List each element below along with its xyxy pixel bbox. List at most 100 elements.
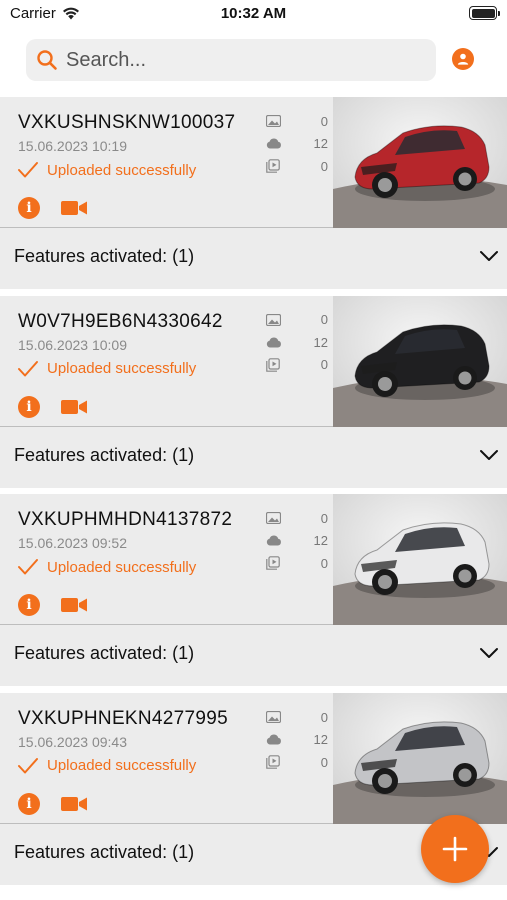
vehicle-list: VXKUSHNSKNW100037 15.06.2023 10:19 Uploa… <box>0 97 507 892</box>
cloud-count: 12 <box>266 133 328 156</box>
add-button[interactable] <box>421 815 489 883</box>
cloud-icon <box>266 734 281 745</box>
video-library-icon <box>266 358 280 372</box>
vehicle-date: 15.06.2023 10:09 <box>18 336 127 353</box>
cloud-count-value: 12 <box>313 732 328 748</box>
checkmark-icon <box>18 360 38 377</box>
upload-status-text: Uploaded successfully <box>47 161 197 179</box>
upload-status-text: Uploaded successfully <box>47 360 197 378</box>
user-icon <box>457 53 469 65</box>
chevron-down-icon[interactable] <box>479 250 499 262</box>
card-divider <box>0 289 507 296</box>
features-label: Features activated: (1) <box>14 246 195 266</box>
photo-count: 0 <box>266 507 328 530</box>
cloud-icon <box>266 337 281 348</box>
video-count: 0 <box>266 751 328 774</box>
image-icon <box>266 115 281 128</box>
video-count-value: 0 <box>320 357 328 373</box>
search-placeholder: Search... <box>66 48 147 71</box>
vehicle-photo[interactable] <box>333 295 507 427</box>
video-camera-icon[interactable] <box>60 596 88 614</box>
cloud-icon <box>266 138 281 149</box>
chevron-down-icon[interactable] <box>479 449 499 461</box>
search-input[interactable]: Search... <box>26 39 436 81</box>
video-count: 0 <box>266 155 328 178</box>
cloud-icon <box>266 535 281 546</box>
clock: 10:32 AM <box>220 5 287 22</box>
cloud-count-value: 12 <box>313 533 328 549</box>
vehicle-vin: W0V7H9EB6N4330642 <box>18 310 223 332</box>
vehicle-photo[interactable] <box>333 494 507 626</box>
vehicle-card[interactable]: W0V7H9EB6N4330642 15.06.2023 10:09 Uploa… <box>0 295 507 495</box>
photo-count: 0 <box>266 110 328 133</box>
photo-count: 0 <box>266 309 328 332</box>
media-counts: 0 12 0 <box>266 706 328 774</box>
vehicle-date: 15.06.2023 09:43 <box>18 733 127 750</box>
photo-count-value: 0 <box>320 709 328 725</box>
card-divider <box>0 487 507 495</box>
battery-icon <box>469 6 500 20</box>
cloud-count-value: 12 <box>313 334 328 350</box>
search-icon <box>37 50 57 70</box>
info-icon[interactable]: i <box>18 395 40 418</box>
card-divider <box>0 686 507 693</box>
upload-status-text: Uploaded successfully <box>47 558 197 576</box>
vehicle-vin: VXKUPHMHDN4137872 <box>18 509 233 531</box>
video-count-value: 0 <box>320 754 328 770</box>
vehicle-card[interactable]: VXKUSHNSKNW100037 15.06.2023 10:19 Uploa… <box>0 97 507 296</box>
video-camera-icon[interactable] <box>60 795 88 813</box>
chevron-down-icon[interactable] <box>479 647 499 659</box>
vehicle-card[interactable]: VXKUPHMHDN4137872 15.06.2023 09:52 Uploa… <box>0 494 507 693</box>
vehicle-actions: i <box>18 197 88 219</box>
plus-icon <box>442 836 468 862</box>
upload-status-text: Uploaded successfully <box>47 757 197 775</box>
upload-status: Uploaded successfully <box>17 757 196 775</box>
video-camera-icon[interactable] <box>60 199 88 217</box>
cloud-count-value: 12 <box>313 136 328 152</box>
features-label: Features activated: (1) <box>14 444 195 465</box>
image-icon <box>266 711 281 724</box>
vehicle-photo[interactable] <box>333 692 507 824</box>
image-icon <box>266 313 281 326</box>
vehicle-date: 15.06.2023 10:19 <box>18 138 127 154</box>
vehicle-actions: i <box>18 594 88 617</box>
vehicle-vin: VXKUSHNSKNW100037 <box>18 112 236 133</box>
cloud-count: 12 <box>266 530 328 553</box>
info-icon[interactable]: i <box>18 792 40 815</box>
video-library-icon <box>266 159 280 174</box>
checkmark-icon <box>18 559 38 575</box>
features-label: Features activated: (1) <box>14 841 195 862</box>
cloud-count: 12 <box>266 728 328 751</box>
vehicle-actions: i <box>18 792 88 815</box>
cloud-count: 12 <box>266 331 328 354</box>
checkmark-icon <box>18 162 38 178</box>
upload-status: Uploaded successfully <box>17 558 196 576</box>
info-icon[interactable]: i <box>18 197 40 219</box>
status-bar: Carrier 10:32 AM <box>0 0 507 28</box>
image-icon <box>266 512 281 525</box>
upload-status: Uploaded successfully <box>17 360 196 378</box>
video-library-icon <box>266 556 280 571</box>
upload-status: Uploaded successfully <box>17 161 196 179</box>
features-label: Features activated: (1) <box>14 643 195 664</box>
profile-button[interactable] <box>452 48 474 70</box>
media-counts: 0 12 0 <box>266 110 328 178</box>
vehicle-date: 15.06.2023 09:52 <box>18 535 127 552</box>
photo-count-value: 0 <box>320 510 328 526</box>
checkmark-icon <box>18 757 38 774</box>
video-library-icon <box>266 755 280 769</box>
card-divider <box>0 884 507 892</box>
vehicle-actions: i <box>18 395 88 418</box>
video-camera-icon[interactable] <box>60 398 88 416</box>
photo-count: 0 <box>266 706 328 729</box>
photo-count-value: 0 <box>320 312 328 328</box>
media-counts: 0 12 0 <box>266 309 328 377</box>
photo-count-value: 0 <box>320 113 328 129</box>
video-count: 0 <box>266 354 328 377</box>
vehicle-photo[interactable] <box>333 97 507 228</box>
info-icon[interactable]: i <box>18 594 40 617</box>
media-counts: 0 12 0 <box>266 507 328 575</box>
video-count-value: 0 <box>320 158 328 174</box>
video-count-value: 0 <box>320 555 328 571</box>
vehicle-vin: VXKUPHNEKN4277995 <box>18 707 228 729</box>
